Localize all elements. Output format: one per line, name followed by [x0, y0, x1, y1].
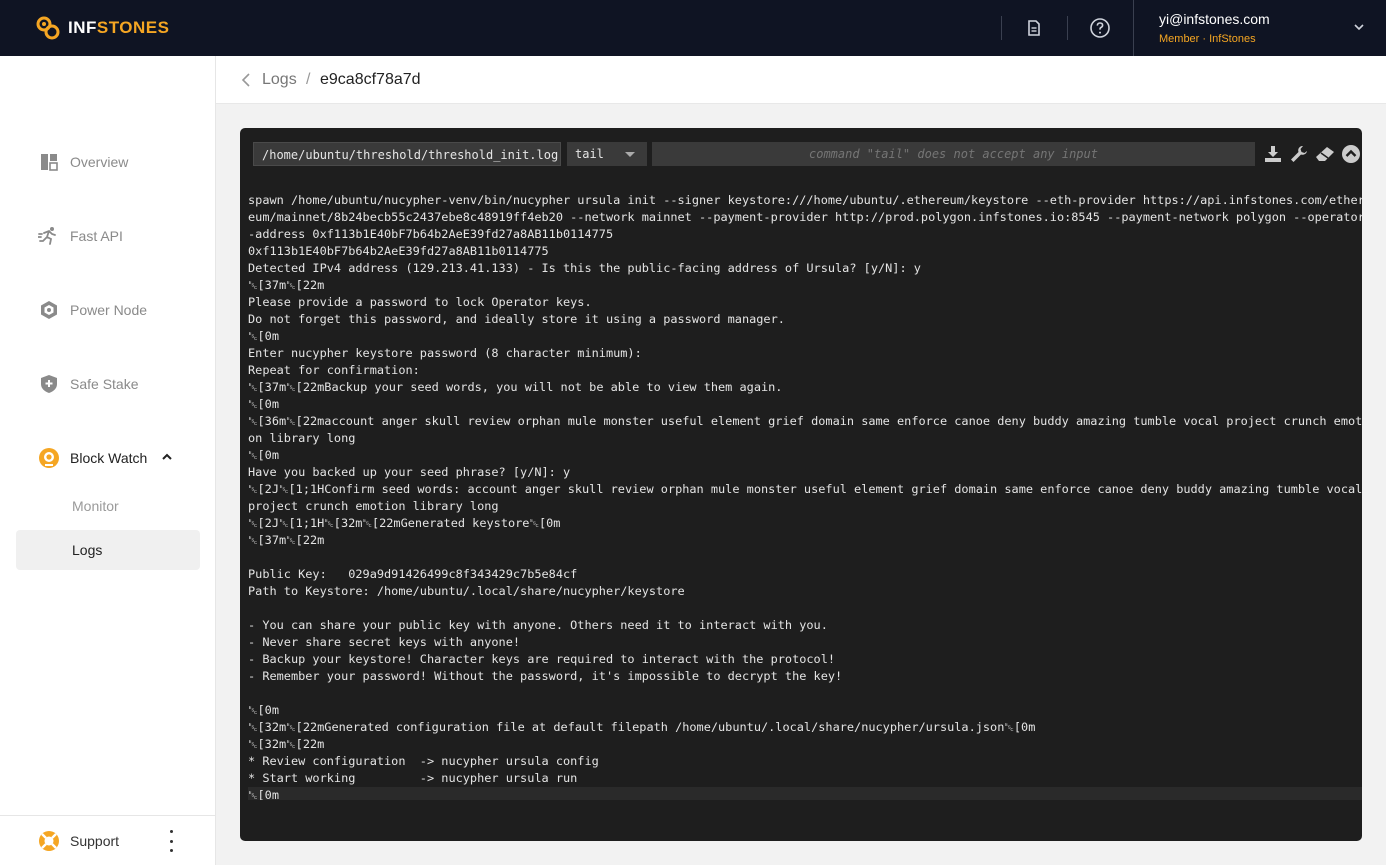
log-line: ␛[37m␛[22m: [248, 533, 325, 547]
top-bar: INFSTONES yi@infstones.com Member · InfS…: [0, 0, 1386, 56]
log-line: eum/mainnet/8b24becb55c2437ebe8c48919ff4…: [248, 210, 1362, 224]
page-header: Logs / e9ca8cf78a7d: [216, 56, 1386, 104]
support-label: Support: [70, 833, 120, 849]
log-line: ␛[37m␛[22m: [248, 278, 325, 292]
breadcrumb-current: e9ca8cf78a7d: [320, 71, 421, 88]
wrench-icon[interactable]: [1288, 143, 1310, 165]
log-line: - Backup your keystore! Character keys a…: [248, 652, 836, 666]
log-line: ␛[0m: [248, 329, 279, 343]
infstones-logo-icon: [36, 16, 60, 40]
user-role: Member · InfStones: [1159, 33, 1256, 45]
log-line: ␛[32m␛[22mGenerated configuration file a…: [248, 720, 1036, 734]
log-line: Path to Keystore: /home/ubuntu/.local/sh…: [248, 584, 685, 598]
user-menu[interactable]: yi@infstones.com Member · InfStones: [1133, 0, 1386, 56]
terminal-tools: [1262, 142, 1362, 166]
collapse-up-icon[interactable]: [1340, 143, 1362, 165]
log-line: ␛[37m␛[22mBackup your seed words, you wi…: [248, 380, 783, 394]
brand-logo[interactable]: INFSTONES: [34, 14, 169, 42]
sidebar-item-overview[interactable]: Overview: [16, 142, 200, 182]
log-line: Do not forget this password, and ideally…: [248, 312, 785, 326]
log-line: Detected IPv4 address (129.213.41.133) -…: [248, 261, 921, 275]
dashboard-icon: [38, 151, 60, 173]
log-line: - Remember your password! Without the pa…: [248, 669, 843, 683]
log-line: ␛[0m: [248, 397, 279, 411]
document-icon[interactable]: [1022, 16, 1046, 40]
log-output: spawn /home/ubuntu/nucypher-venv/bin/nuc…: [248, 192, 1362, 800]
log-line: Repeat for confirmation:: [248, 363, 420, 377]
sidebar-subitem-monitor[interactable]: Monitor: [16, 486, 200, 526]
log-line: 0xf113b1E40bF7b64b2AeE39fd27a8AB11b01147…: [248, 244, 549, 258]
log-path-field[interactable]: /home/ubuntu/threshold/threshold_init.lo…: [253, 142, 561, 166]
download-icon[interactable]: [1262, 143, 1284, 165]
sidebar-item-block-watch[interactable]: Block Watch: [16, 438, 200, 478]
log-line: * Start working -> nucypher ursula run: [248, 771, 578, 785]
topbar-divider: [1067, 16, 1068, 40]
log-line: Public Key: 029a9d91426499c8f343429c7b5e…: [248, 567, 578, 581]
support-row[interactable]: Support: [0, 815, 216, 865]
sidebar-subitem-logs[interactable]: Logs: [16, 530, 200, 570]
log-line: spawn /home/ubuntu/nucypher-venv/bin/nuc…: [248, 193, 1362, 207]
command-select[interactable]: tail: [567, 142, 647, 166]
help-icon[interactable]: [1088, 16, 1112, 40]
log-line: ␛[36m␛[22maccount anger skull review orp…: [248, 414, 1362, 428]
shield-icon: [38, 373, 60, 395]
lifebuoy-icon: [38, 830, 60, 857]
user-email: yi@infstones.com: [1159, 11, 1270, 27]
sidebar-item-label: Power Node: [70, 302, 148, 318]
command-arg-input[interactable]: [652, 142, 1255, 166]
running-icon: [38, 225, 60, 247]
terminal-toolbar: /home/ubuntu/threshold/threshold_init.lo…: [240, 128, 1362, 180]
log-line: ␛[0m: [248, 448, 279, 462]
command-select-value: tail: [575, 147, 604, 161]
sidebar-item-fast-api[interactable]: Fast API: [16, 216, 200, 256]
sidebar: Overview Fast API Power Node Safe Stake …: [0, 56, 216, 865]
sidebar-item-label: Fast API: [70, 228, 123, 244]
chevron-down-icon[interactable]: [1352, 20, 1366, 39]
log-line: ␛[32m␛[22m: [248, 737, 325, 751]
sidebar-item-label: Overview: [70, 154, 129, 170]
log-line: project crunch emotion library long: [248, 499, 499, 513]
hexagon-node-icon: [38, 299, 60, 321]
sidebar-item-safe-stake[interactable]: Safe Stake: [16, 364, 200, 404]
eye-watch-icon: [38, 447, 60, 469]
caret-down-icon: [625, 152, 635, 157]
chevron-up-icon[interactable]: [161, 450, 173, 466]
log-line: ␛[0m: [248, 703, 279, 717]
eraser-icon[interactable]: [1314, 143, 1336, 165]
log-line: Please provide a password to lock Operat…: [248, 295, 592, 309]
more-vertical-icon[interactable]: [168, 830, 174, 852]
breadcrumb-logs-link[interactable]: Logs: [262, 71, 297, 89]
brand-name: INFSTONES: [68, 18, 170, 37]
log-line: on library long: [248, 431, 356, 445]
sidebar-item-label: Safe Stake: [70, 376, 139, 392]
log-line: ␛[0m: [248, 787, 1362, 800]
breadcrumb-separator: /: [306, 71, 311, 88]
log-line: Enter nucypher keystore password (8 char…: [248, 346, 642, 360]
sidebar-item-label: Block Watch: [70, 450, 148, 466]
sidebar-item-power-node[interactable]: Power Node: [16, 290, 200, 330]
sidebar-subitem-label: Logs: [72, 542, 103, 558]
log-line: ␛[2J␛[1;1H␛[32m␛[22mGenerated keystore␛[…: [248, 516, 561, 530]
log-terminal: /home/ubuntu/threshold/threshold_init.lo…: [240, 128, 1362, 841]
sidebar-subitem-label: Monitor: [72, 498, 119, 514]
chevron-left-icon[interactable]: [240, 72, 252, 93]
log-line: - You can share your public key with any…: [248, 618, 828, 632]
log-line: ␛[2J␛[1;1HConfirm seed words: account an…: [248, 482, 1362, 496]
log-line: Have you backed up your seed phrase? [y/…: [248, 465, 571, 479]
log-line: - Never share secret keys with anyone!: [248, 635, 521, 649]
log-line: -address 0xf113b1E40bF7b64b2AeE39fd27a8A…: [248, 227, 614, 241]
topbar-divider: [1001, 16, 1002, 40]
log-line: * Review configuration -> nucypher ursul…: [248, 754, 599, 768]
